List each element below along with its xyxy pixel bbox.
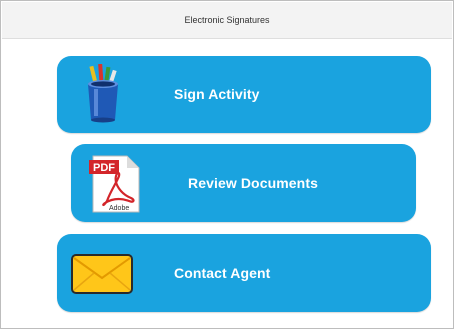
sign-activity-label: Sign Activity (174, 86, 260, 102)
envelope-icon (71, 254, 133, 299)
adobe-text: Adobe (109, 205, 129, 212)
pencil-cup-icon (83, 63, 123, 129)
sign-activity-button[interactable]: Sign Activity (57, 56, 431, 133)
review-documents-label: Review Documents (188, 175, 318, 191)
pdf-badge-text: PDF (93, 162, 115, 174)
contact-agent-label: Contact Agent (174, 265, 271, 281)
contact-agent-button[interactable]: Contact Agent (57, 234, 431, 312)
app-frame: Electronic Signatures Sign Activity PDF … (0, 0, 454, 329)
pdf-document-icon: PDF Adobe (87, 154, 145, 219)
page-title: Electronic Signatures (2, 2, 452, 39)
review-documents-button[interactable]: PDF Adobe Review Documents (71, 144, 416, 222)
